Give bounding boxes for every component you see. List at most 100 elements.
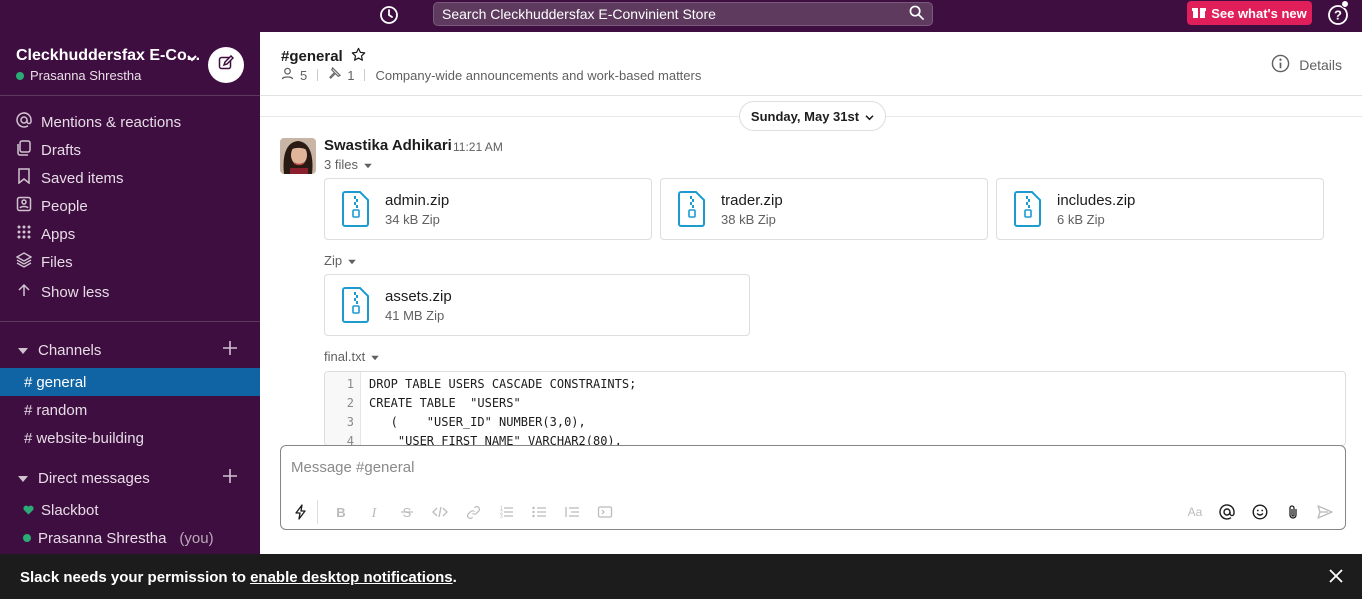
svg-text:?: ? <box>1334 8 1342 23</box>
caret-down-icon <box>364 157 372 172</box>
hash-icon: # <box>24 373 33 391</box>
star-icon[interactable] <box>351 47 366 66</box>
hash-icon: # <box>24 401 33 419</box>
message-timestamp[interactable]: 11:21 AM <box>453 140 503 154</box>
current-user-name: Prasanna Shrestha <box>30 68 142 83</box>
notification-banner: Slack needs your permission to enable de… <box>0 554 1362 599</box>
message-input[interactable]: Message #general <box>291 459 414 476</box>
compose-button[interactable] <box>208 47 244 83</box>
zip-toggle[interactable]: Zip <box>324 253 356 268</box>
file-card-includes[interactable]: includes.zip 6 kB Zip <box>996 178 1324 240</box>
sidebar-item-label: Mentions & reactions <box>41 113 182 131</box>
shortcuts-lightning-icon[interactable] <box>290 501 312 523</box>
svg-text:I: I <box>371 506 378 519</box>
file-name: assets.zip <box>385 288 452 305</box>
sidebar-item-files[interactable]: Files <box>0 248 260 276</box>
arrow-up-icon <box>16 282 32 302</box>
add-channel-icon[interactable] <box>222 340 238 360</box>
file-card-trader[interactable]: trader.zip 38 kB Zip <box>660 178 988 240</box>
channel-title[interactable]: #general <box>281 47 366 66</box>
see-whats-new-button[interactable]: See what's new <box>1187 1 1312 25</box>
formatting-toggle-icon[interactable]: Aa <box>1184 501 1206 523</box>
add-dm-icon[interactable] <box>222 468 238 488</box>
dm-you-suffix: (you) <box>179 529 214 547</box>
search-input[interactable]: Search Cleckhuddersfax E-Convinient Stor… <box>433 2 933 26</box>
file-card-assets[interactable]: assets.zip 41 MB Zip <box>324 274 750 336</box>
dm-section-header[interactable]: Direct messages <box>0 464 260 492</box>
chevron-down-icon[interactable] <box>187 49 197 66</box>
link-icon[interactable] <box>462 501 484 523</box>
sidebar-item-saved[interactable]: Saved items <box>0 164 260 192</box>
channels-section-header[interactable]: Channels <box>0 336 260 364</box>
sidebar-item-apps[interactable]: Apps <box>0 220 260 248</box>
bulleted-list-icon[interactable] <box>528 501 550 523</box>
member-count[interactable]: 5 <box>300 68 307 83</box>
members-icon[interactable] <box>281 67 294 83</box>
apps-grid-icon <box>16 224 32 244</box>
history-icon[interactable] <box>377 3 401 27</box>
channel-topic[interactable]: Company-wide announcements and work-base… <box>375 68 701 83</box>
pin-count[interactable]: 1 <box>347 68 354 83</box>
sidebar-item-label: People <box>41 197 88 215</box>
pin-icon[interactable] <box>328 66 342 83</box>
emoji-icon[interactable] <box>1249 501 1271 523</box>
code-icon[interactable] <box>429 501 451 523</box>
sidebar-item-mentions[interactable]: Mentions & reactions <box>0 108 260 136</box>
notification-suffix: . <box>452 569 457 586</box>
zip-label: Zip <box>324 253 343 268</box>
sidebar-item-self[interactable]: Prasanna Shrestha (you) <box>0 524 260 552</box>
avatar[interactable] <box>280 138 316 174</box>
code-line: 3 ( "USER_ID" NUMBER(3,0), <box>325 415 586 434</box>
dm-name: Prasanna Shrestha <box>38 529 167 547</box>
zip-file-icon <box>677 191 707 231</box>
sidebar-item-label: Apps <box>41 225 76 243</box>
sidebar-item-website-building[interactable]: # website-building <box>0 424 260 452</box>
workspace-name[interactable]: Cleckhuddersfax E-Co... <box>16 47 200 65</box>
presence-active-icon <box>16 71 24 80</box>
hash-icon: # <box>24 429 33 447</box>
caret-down-icon[interactable] <box>18 342 28 359</box>
code-snippet[interactable]: 1 DROP TABLE USERS CASCADE CONSTRAINTS; 2… <box>324 371 1346 446</box>
meta-divider <box>317 69 319 81</box>
message-sender[interactable]: Swastika Adhikari <box>324 137 452 154</box>
gift-icon <box>1192 5 1207 22</box>
code-line: 1 DROP TABLE USERS CASCADE CONSTRAINTS; <box>325 377 637 396</box>
sidebar: Cleckhuddersfax E-Co... Prasanna Shresth… <box>0 32 260 554</box>
bold-icon[interactable]: B <box>330 501 352 523</box>
mention-icon[interactable] <box>1216 501 1238 523</box>
blockquote-icon[interactable] <box>561 501 583 523</box>
bookmark-icon <box>16 168 32 188</box>
workspace-header[interactable]: Cleckhuddersfax E-Co... Prasanna Shresth… <box>0 32 260 96</box>
sidebar-item-general[interactable]: # general <box>0 368 260 396</box>
italic-icon[interactable]: I <box>363 501 385 523</box>
sidebar-item-slackbot[interactable]: Slackbot <box>0 496 260 524</box>
caret-down-icon[interactable] <box>18 470 28 487</box>
drafts-icon <box>16 140 32 160</box>
code-line: 2 CREATE TABLE "USERS" <box>325 396 521 415</box>
enable-notifications-link[interactable]: enable desktop notifications <box>250 569 453 586</box>
date-divider-button[interactable]: Sunday, May 31st <box>739 101 886 131</box>
ordered-list-icon[interactable]: 123 <box>495 501 517 523</box>
sidebar-item-people[interactable]: People <box>0 192 260 220</box>
line-number: 1 <box>346 377 354 391</box>
send-icon[interactable] <box>1314 501 1336 523</box>
current-user: Prasanna Shrestha <box>16 68 141 83</box>
file-name: includes.zip <box>1057 192 1136 209</box>
text-file-toggle[interactable]: final.txt <box>324 349 379 364</box>
search-placeholder: Search Cleckhuddersfax E-Convinient Stor… <box>442 6 716 22</box>
sidebar-item-random[interactable]: # random <box>0 396 260 424</box>
strikethrough-icon[interactable]: S <box>396 501 418 523</box>
zip-file-icon <box>341 287 371 327</box>
svg-text:3: 3 <box>500 514 503 519</box>
channels-section-label: Channels <box>38 341 102 359</box>
sidebar-item-drafts[interactable]: Drafts <box>0 136 260 164</box>
code-block-icon[interactable] <box>594 501 616 523</box>
file-card-admin[interactable]: admin.zip 34 kB Zip <box>324 178 652 240</box>
details-button[interactable]: Details <box>1271 54 1342 76</box>
files-toggle[interactable]: 3 files <box>324 157 372 172</box>
attachment-icon[interactable] <box>1282 501 1304 523</box>
channel-name: general <box>36 373 87 391</box>
message-composer[interactable]: Message #general B I S 123 Aa <box>280 445 1346 530</box>
close-icon[interactable] <box>1328 568 1344 588</box>
sidebar-item-show-less[interactable]: Show less <box>0 278 260 306</box>
